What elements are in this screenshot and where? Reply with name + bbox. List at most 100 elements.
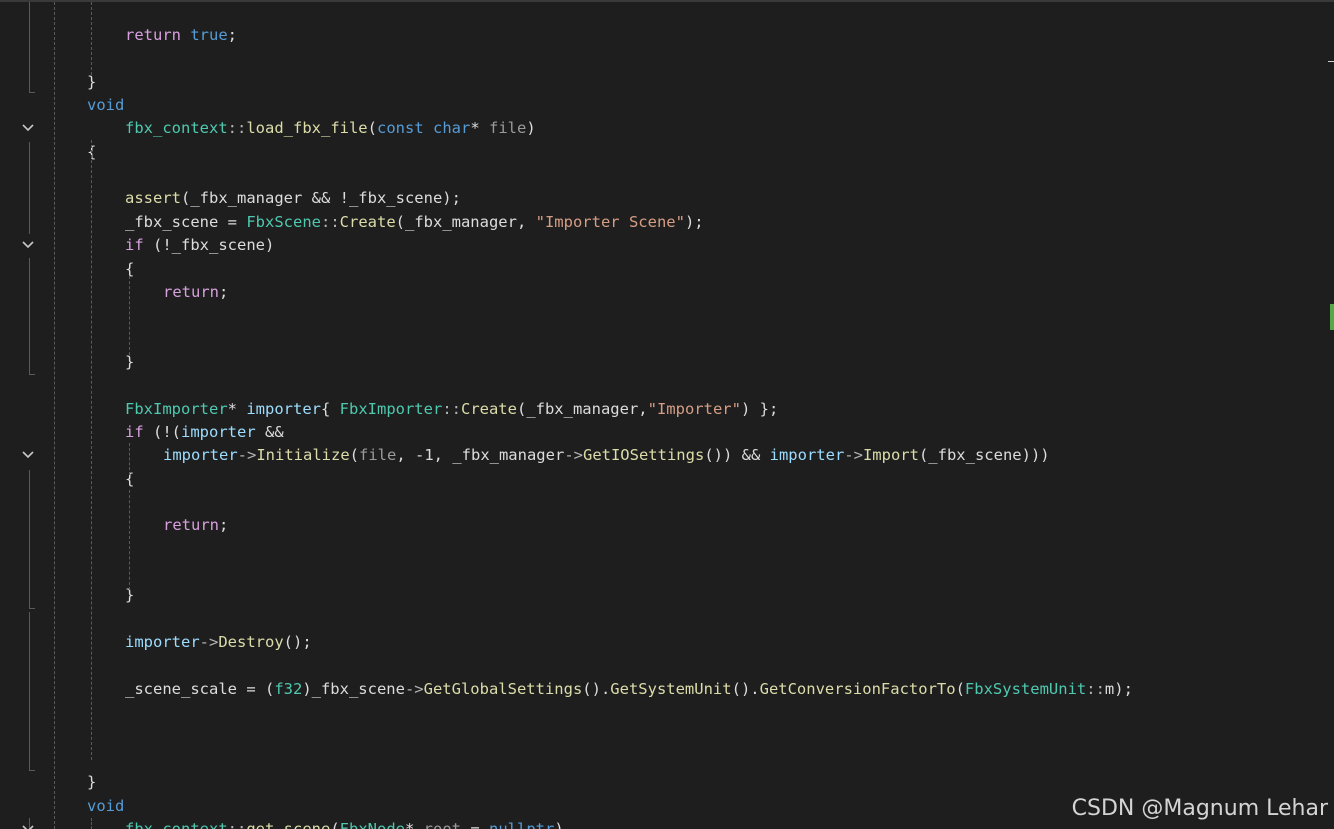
- code-line[interactable]: {: [0, 258, 1320, 281]
- code-token: root: [423, 819, 461, 829]
- code-line[interactable]: [0, 561, 1320, 584]
- chevron-down-icon[interactable]: [21, 121, 35, 135]
- code-line-text: fbx_context::load_fbx_file(const char* f…: [125, 117, 536, 140]
- code-token: *: [470, 119, 490, 138]
- indent-guide: [91, 818, 92, 829]
- code-token: }: [87, 773, 97, 792]
- code-token: if: [125, 236, 144, 255]
- code-line[interactable]: return;: [0, 514, 1320, 537]
- code-token: file: [489, 119, 527, 138]
- code-line[interactable]: [0, 491, 1320, 514]
- code-line[interactable]: [0, 538, 1320, 561]
- code-token: nullptr: [489, 819, 555, 829]
- code-line[interactable]: _fbx_scene = FbxScene::Create(_fbx_manag…: [0, 211, 1320, 234]
- code-line[interactable]: [0, 374, 1320, 397]
- code-token: ): [526, 119, 536, 138]
- code-token: (_fbx_manager,: [516, 399, 648, 418]
- code-token: (_fbx_manager,: [395, 212, 536, 231]
- code-token: ->: [404, 679, 424, 698]
- code-line[interactable]: importer->Destroy();: [0, 631, 1320, 654]
- indent-guide: [54, 2, 55, 829]
- code-token: importer: [125, 633, 200, 652]
- code-token: Destroy: [218, 633, 284, 652]
- code-line[interactable]: fbx_context::load_fbx_file(const char* f…: [0, 117, 1320, 140]
- code-line[interactable]: return;: [0, 281, 1320, 304]
- code-token: *: [227, 399, 247, 418]
- code-line-text: _scene_scale = (f32)_fbx_scene->GetGloba…: [125, 678, 1133, 701]
- code-token: ->: [199, 633, 219, 652]
- code-token: get_scene: [246, 819, 331, 829]
- code-line[interactable]: }: [0, 584, 1320, 607]
- code-token: void: [87, 96, 125, 115]
- code-line[interactable]: [0, 654, 1320, 677]
- code-line[interactable]: {: [0, 468, 1320, 491]
- code-line[interactable]: [0, 328, 1320, 351]
- code-token: ().: [582, 679, 611, 698]
- chevron-down-icon[interactable]: [21, 448, 35, 462]
- indent-guide: [91, 2, 92, 75]
- code-line[interactable]: [0, 725, 1320, 748]
- code-line[interactable]: }: [0, 71, 1320, 94]
- code-line[interactable]: [0, 748, 1320, 771]
- code-token: (: [955, 679, 965, 698]
- code-line-text: return;: [163, 514, 228, 537]
- editor-top-border: [0, 0, 1334, 2]
- code-token: "Importer Scene": [535, 212, 685, 231]
- code-line[interactable]: [0, 164, 1320, 187]
- code-line[interactable]: if (!(importer &&: [0, 421, 1320, 444]
- code-line-text: if (!_fbx_scene): [125, 234, 274, 257]
- code-token: FbxImporter: [125, 399, 228, 418]
- code-token: =: [461, 819, 489, 829]
- watermark: CSDN @Magnum Lehar: [1071, 796, 1328, 821]
- code-token: char: [433, 119, 471, 138]
- code-line[interactable]: [0, 608, 1320, 631]
- code-token: Create: [460, 399, 517, 418]
- code-line[interactable]: [0, 304, 1320, 327]
- code-editor[interactable]: return true;} void fbx_context::load_fbx_f…: [0, 0, 1334, 829]
- code-token: , -1, _fbx_manager: [396, 446, 565, 465]
- chevron-down-icon[interactable]: [21, 238, 35, 252]
- code-token: );: [684, 212, 704, 231]
- code-token: Import: [862, 446, 919, 465]
- code-line[interactable]: }: [0, 351, 1320, 374]
- code-token: {: [125, 259, 135, 278]
- code-token: ::: [1086, 679, 1105, 698]
- code-token: ->: [564, 446, 583, 465]
- code-line-text: void: [87, 94, 124, 117]
- code-token: ::: [227, 119, 247, 138]
- code-line[interactable]: return true;: [0, 24, 1320, 47]
- code-line-text: importer->Destroy();: [125, 631, 312, 654]
- code-line[interactable]: if (!_fbx_scene): [0, 234, 1320, 257]
- code-line-text: assert(_fbx_manager && !_fbx_scene);: [125, 187, 461, 210]
- chevron-down-icon[interactable]: [21, 822, 35, 829]
- code-token: ) };: [740, 399, 779, 418]
- code-token: if: [125, 422, 144, 441]
- code-token: GetSystemUnit: [610, 679, 732, 698]
- code-line[interactable]: [0, 47, 1320, 70]
- code-token: GetConversionFactorTo: [759, 679, 956, 698]
- code-token: (: [367, 119, 377, 138]
- code-token: ->: [237, 446, 257, 465]
- code-token: ;: [227, 26, 238, 44]
- code-line[interactable]: }: [0, 771, 1320, 794]
- code-token: importer: [769, 446, 845, 465]
- indent-guide: [129, 276, 130, 355]
- code-token: ::: [320, 212, 340, 231]
- code-token: fbx_context: [125, 119, 228, 138]
- code-token: GetIOSettings: [582, 446, 705, 465]
- code-line[interactable]: {: [0, 141, 1320, 164]
- code-line[interactable]: importer->Initialize(file, -1, _fbx_mana…: [0, 444, 1320, 467]
- scrollbar-change-marker: [1330, 304, 1334, 330]
- code-line[interactable]: assert(_fbx_manager && !_fbx_scene);: [0, 187, 1320, 210]
- code-token: FbxScene: [246, 212, 321, 231]
- code-line[interactable]: FbxImporter* importer{ FbxImporter::Crea…: [0, 398, 1320, 421]
- code-line[interactable]: void: [0, 94, 1320, 117]
- code-line[interactable]: [0, 701, 1320, 724]
- scrollbar-position-marker: [1328, 61, 1334, 62]
- code-token: (_fbx_manager && !_fbx_scene);: [181, 189, 461, 208]
- code-token: void: [87, 796, 125, 815]
- code-token: FbxNode: [339, 819, 405, 829]
- code-token: }: [87, 72, 97, 91]
- code-line[interactable]: _scene_scale = (f32)_fbx_scene->GetGloba…: [0, 678, 1320, 701]
